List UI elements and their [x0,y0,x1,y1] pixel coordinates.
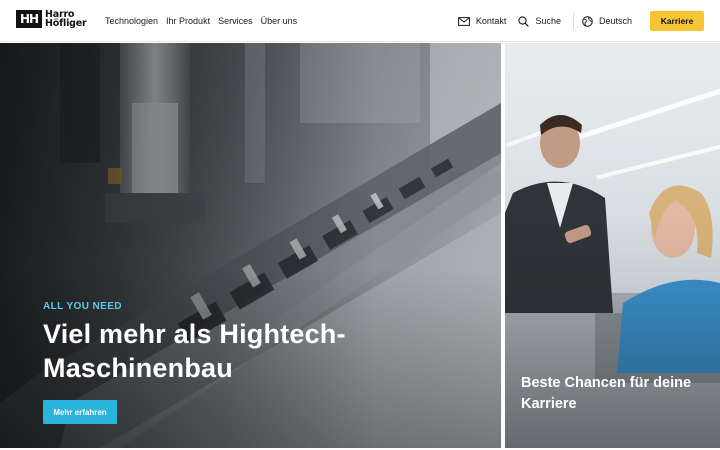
hero-title: Viel mehr als Hightech-Maschinenbau [43,319,346,383]
hero-banner: ALL YOU NEED Viel mehr als Hightech-Masc… [0,43,501,448]
search-icon [518,15,530,27]
nav-item-ihr-produkt[interactable]: Ihr Produkt [166,16,210,26]
career-teaser-title: Beste Chancen für deine Karriere [521,375,692,412]
karriere-button[interactable]: Karriere [650,11,704,31]
career-teaser-card[interactable]: Beste Chancen für deine Karriere [505,43,720,448]
nav-item-technologien[interactable]: Technologien [105,16,158,26]
mehr-erfahren-button[interactable]: Mehr erfahren [43,400,117,424]
contact-link[interactable]: Kontakt [458,16,507,26]
language-selector[interactable]: Deutsch [582,15,632,27]
logo-line-2: Höfliger [45,18,87,29]
nav-item-ueber-uns[interactable]: Über uns [261,16,298,26]
envelope-icon [458,16,470,26]
site-header: HH Harro Höfliger Technologien Ihr Produ… [0,0,720,42]
hero-eyebrow: ALL YOU NEED [43,301,122,312]
search-label: Suche [535,16,561,26]
utility-divider [572,13,574,29]
nav-item-services[interactable]: Services [218,16,253,26]
utility-nav: Kontakt Suche Deutsch Karriere [458,0,704,42]
language-label: Deutsch [598,16,632,26]
brand-logo[interactable]: HH Harro Höfliger [16,10,87,29]
contact-label: Kontakt [475,16,507,26]
logo-mark: HH [16,10,42,28]
globe-icon [582,15,593,27]
search-link[interactable]: Suche [518,15,561,27]
logo-wordmark: Harro Höfliger [45,10,87,29]
hero-overlay [0,43,501,448]
main-nav: Technologien Ihr Produkt Services Über u… [105,0,297,42]
